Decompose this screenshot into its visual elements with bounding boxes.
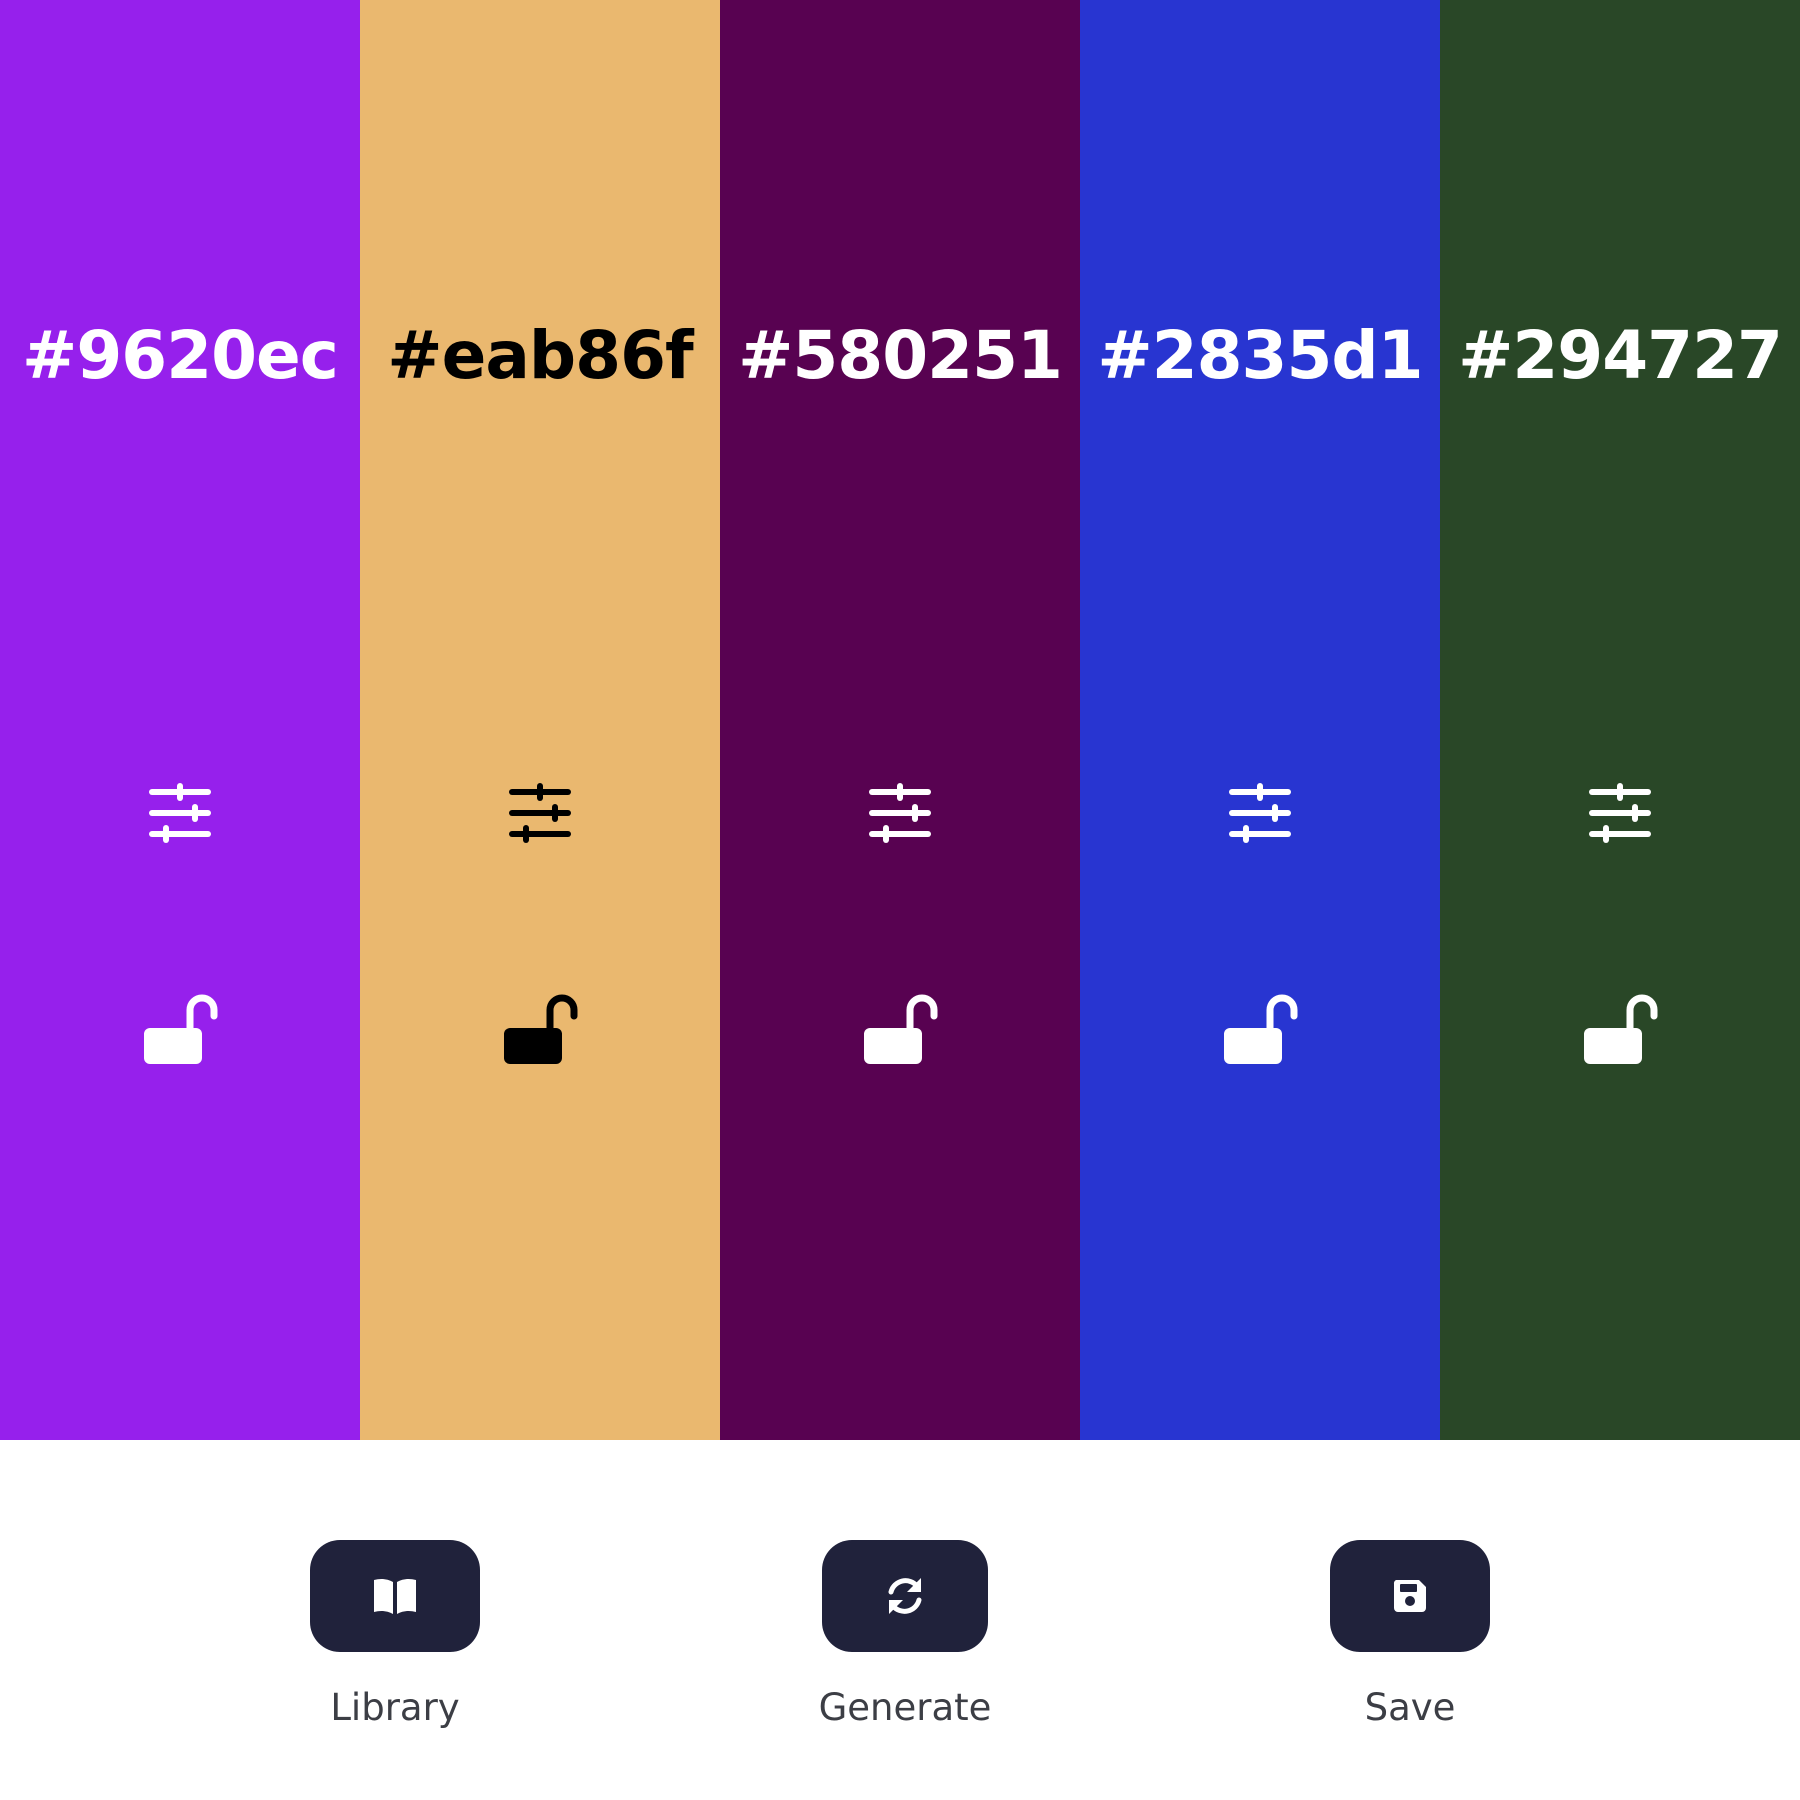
- hex-code-label[interactable]: #9620ec: [0, 316, 360, 396]
- hex-code-label[interactable]: #580251: [720, 316, 1080, 396]
- save-label: Save: [1364, 1686, 1456, 1729]
- floppy-disk-icon: [1393, 1580, 1426, 1612]
- generate-button[interactable]: [822, 1540, 988, 1652]
- unlock-icon: [1224, 994, 1298, 1064]
- color-swatch[interactable]: #eab86f: [360, 0, 720, 1440]
- adjust-color-button[interactable]: [140, 774, 220, 854]
- adjust-color-button[interactable]: [860, 774, 940, 854]
- color-swatch[interactable]: #2835d1: [1080, 0, 1440, 1440]
- palette: #9620ec #eab86f #580251 #2835d1 #294727: [0, 0, 1800, 1440]
- color-swatch[interactable]: #294727: [1440, 0, 1800, 1440]
- unlock-icon: [144, 994, 218, 1064]
- book-icon: [374, 1578, 416, 1614]
- sliders-icon: [869, 783, 931, 843]
- generate-tool: Generate: [819, 1540, 991, 1730]
- unlock-icon: [504, 994, 578, 1064]
- lock-toggle-button[interactable]: [1220, 984, 1300, 1064]
- sliders-icon: [1229, 783, 1291, 843]
- library-button[interactable]: [310, 1540, 480, 1652]
- hex-code-label[interactable]: #2835d1: [1080, 316, 1440, 396]
- color-swatch[interactable]: #9620ec: [0, 0, 360, 1440]
- bottom-toolbar: Library Generate Save: [0, 1440, 1800, 1800]
- unlock-icon: [1584, 994, 1658, 1064]
- adjust-color-button[interactable]: [1580, 774, 1660, 854]
- lock-toggle-button[interactable]: [500, 984, 580, 1064]
- color-swatch[interactable]: #580251: [720, 0, 1080, 1440]
- refresh-icon: [888, 1578, 922, 1614]
- hex-code-label[interactable]: #eab86f: [360, 316, 720, 396]
- unlock-icon: [864, 994, 938, 1064]
- adjust-color-button[interactable]: [1220, 774, 1300, 854]
- sliders-icon: [509, 783, 571, 843]
- sliders-icon: [1589, 783, 1651, 843]
- lock-toggle-button[interactable]: [1580, 984, 1660, 1064]
- lock-toggle-button[interactable]: [860, 984, 940, 1064]
- save-button[interactable]: [1330, 1540, 1490, 1652]
- library-label: Library: [330, 1686, 460, 1729]
- save-tool: Save: [1330, 1540, 1490, 1730]
- hex-code-label[interactable]: #294727: [1440, 316, 1800, 396]
- generate-label: Generate: [818, 1686, 992, 1729]
- library-tool: Library: [310, 1540, 480, 1730]
- sliders-icon: [149, 783, 211, 843]
- adjust-color-button[interactable]: [500, 774, 580, 854]
- lock-toggle-button[interactable]: [140, 984, 220, 1064]
